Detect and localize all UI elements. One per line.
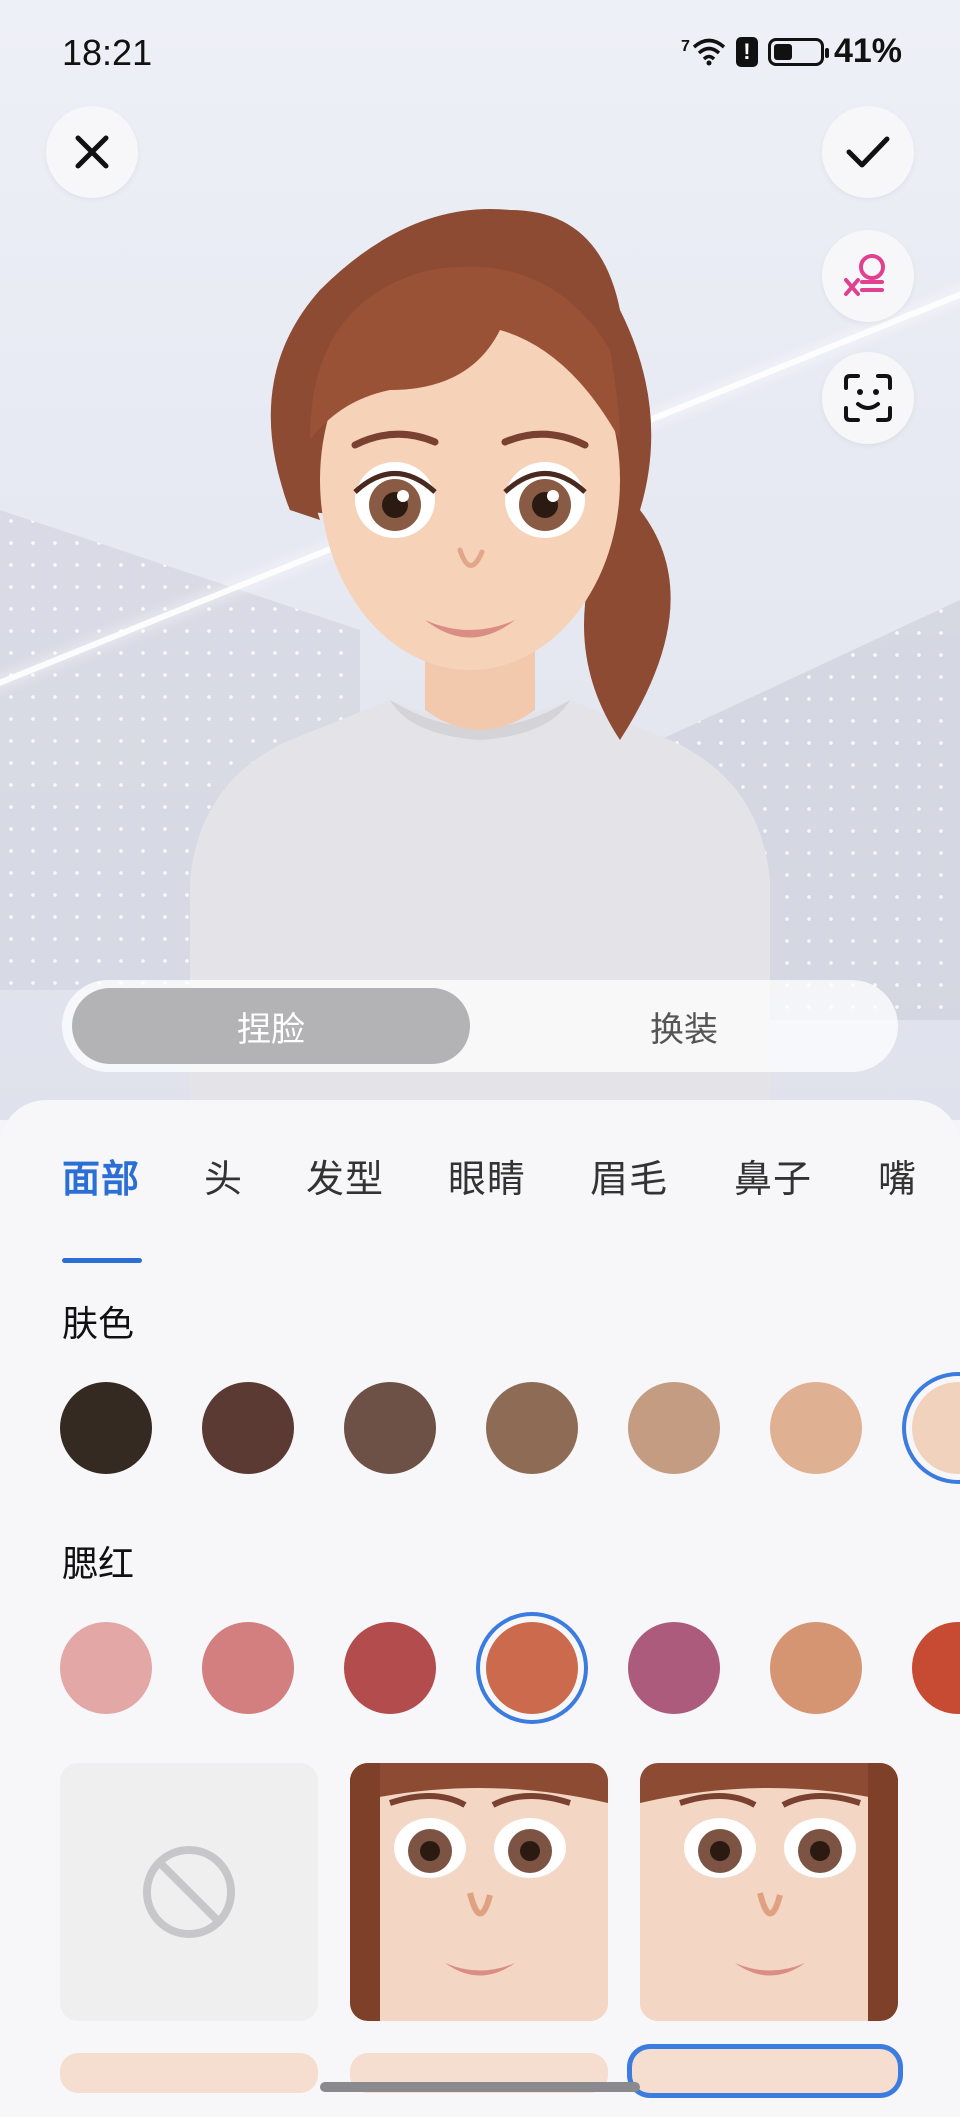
- status-icons: 7 ! 41%: [681, 32, 902, 71]
- prohibited-icon: [143, 1846, 235, 1938]
- skin-color-swatch[interactable]: [770, 1382, 862, 1474]
- active-tab-indicator: [62, 1258, 142, 1263]
- tab-hairstyle[interactable]: 发型: [306, 1148, 384, 1203]
- skin-color-title: 肤色: [62, 1304, 135, 1345]
- customization-panel: 面部 头 发型 眼睛 眉毛 鼻子 嘴 肤色 腮红: [0, 1100, 960, 2117]
- check-icon: [846, 136, 890, 168]
- blush-style-option-selected[interactable]: [632, 2049, 898, 2093]
- skin-color-swatch[interactable]: [60, 1382, 152, 1474]
- tab-face-edit[interactable]: 捏脸: [72, 988, 470, 1064]
- wifi-icon: 7: [681, 38, 726, 66]
- close-icon: [75, 135, 109, 169]
- tab-eyebrows[interactable]: 眉毛: [590, 1148, 668, 1203]
- status-time: 18:21: [62, 32, 153, 73]
- blush-color-swatch[interactable]: [628, 1622, 720, 1714]
- blush-color-swatch[interactable]: [486, 1622, 578, 1714]
- battery-percent: 41%: [833, 32, 902, 70]
- confirm-button[interactable]: [822, 106, 914, 198]
- avatar-preview-area: [0, 0, 960, 1120]
- mode-toggle: 捏脸 换装: [62, 980, 898, 1072]
- home-indicator[interactable]: [320, 2082, 640, 2092]
- tab-mouth[interactable]: 嘴: [878, 1148, 917, 1203]
- blush-color-swatch[interactable]: [60, 1622, 152, 1714]
- skin-color-swatch[interactable]: [202, 1382, 294, 1474]
- skin-color-row: [60, 1382, 960, 1482]
- blush-style-option[interactable]: [640, 1763, 898, 2021]
- blush-color-swatch[interactable]: [912, 1622, 960, 1714]
- tab-eyes[interactable]: 眼睛: [448, 1148, 526, 1203]
- skin-color-swatch[interactable]: [628, 1382, 720, 1474]
- blush-style-option[interactable]: [60, 2053, 318, 2093]
- tab-outfit[interactable]: 换装: [480, 988, 888, 1064]
- network-indicator: 7: [681, 37, 690, 55]
- battery-icon: [767, 37, 829, 66]
- skin-color-swatch[interactable]: [912, 1382, 960, 1474]
- skin-color-swatch[interactable]: [486, 1382, 578, 1474]
- alert-icon: !: [735, 36, 758, 67]
- tab-nose[interactable]: 鼻子: [734, 1148, 812, 1203]
- face-preview-icon: [350, 1763, 608, 2021]
- gender-swap-icon: [844, 254, 885, 296]
- tab-face[interactable]: 面部: [62, 1148, 140, 1203]
- blush-color-swatch[interactable]: [344, 1622, 436, 1714]
- blush-color-swatch[interactable]: [202, 1622, 294, 1714]
- battery-fill: [773, 43, 792, 60]
- face-scan-button[interactable]: [822, 352, 914, 444]
- face-scan-icon: [844, 374, 892, 422]
- face-preview-icon: [640, 1763, 898, 2021]
- status-bar: 18:21 7 ! 41%: [0, 0, 960, 110]
- skin-color-swatch[interactable]: [344, 1382, 436, 1474]
- blush-style-option[interactable]: [350, 1763, 608, 2021]
- blush-color-swatch[interactable]: [770, 1622, 862, 1714]
- blush-style-none[interactable]: [60, 1763, 318, 2021]
- avatar-figure[interactable]: [170, 180, 790, 1120]
- tab-head[interactable]: 头: [204, 1148, 243, 1203]
- close-button[interactable]: [46, 106, 138, 198]
- blush-title: 腮红: [62, 1544, 135, 1585]
- gender-swap-button[interactable]: [822, 230, 914, 322]
- blush-color-row: [60, 1622, 960, 1722]
